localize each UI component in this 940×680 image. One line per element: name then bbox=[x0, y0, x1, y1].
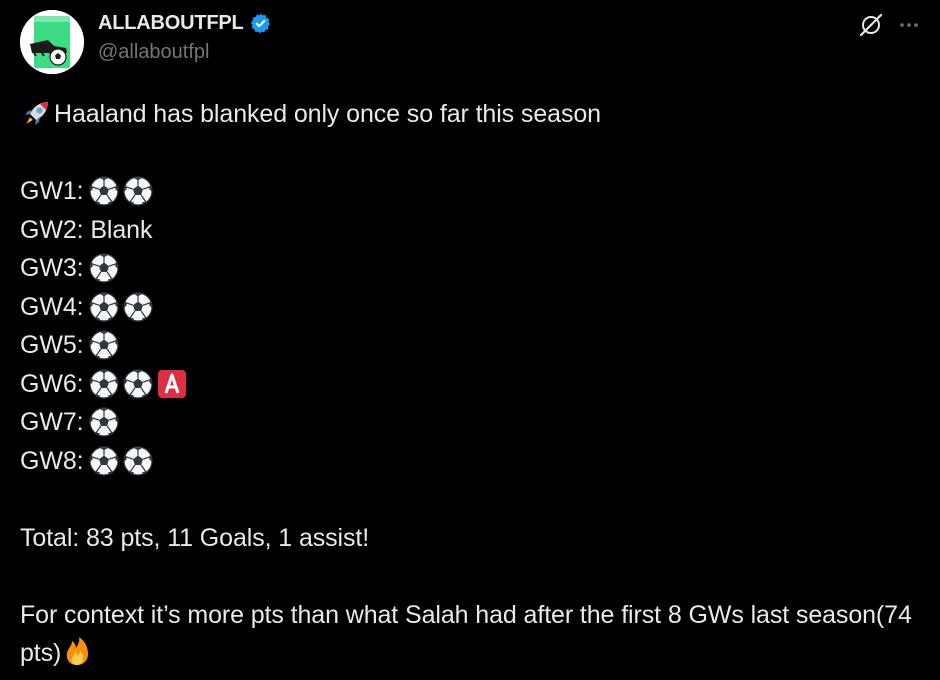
soccer-ball-icon bbox=[88, 368, 120, 400]
soccer-ball-icon bbox=[88, 252, 120, 284]
gameweek-line: GW1: bbox=[20, 172, 920, 211]
football-boot-avatar-icon bbox=[20, 10, 84, 74]
soccer-ball-icon bbox=[88, 406, 120, 438]
goal-icons bbox=[88, 175, 156, 207]
context-paragraph: For context it’s more pts than what Sala… bbox=[20, 596, 920, 673]
gameweek-list: GW1: GW2: Blank GW3: GW4: GW5: GW6: GW7: GW8: bbox=[20, 172, 920, 480]
headline-line: Haaland has blanked only once so far thi… bbox=[20, 95, 920, 134]
gameweek-label: GW3: bbox=[20, 254, 84, 282]
soccer-ball-icon bbox=[122, 368, 154, 400]
avatar[interactable] bbox=[20, 10, 84, 74]
goal-icons bbox=[88, 252, 122, 284]
goal-icons bbox=[88, 368, 190, 400]
gameweek-label: GW8: bbox=[20, 446, 84, 475]
soccer-ball-icon bbox=[88, 445, 120, 477]
gameweek-result-text: Blank bbox=[83, 215, 153, 244]
gameweek-label: GW1: bbox=[20, 177, 84, 205]
goal-icons bbox=[88, 406, 122, 438]
assist-a-badge-icon bbox=[156, 368, 188, 400]
display-name[interactable]: ALLABOUTFPL bbox=[98, 12, 244, 35]
more-icon bbox=[900, 23, 918, 27]
tweet-actions bbox=[856, 10, 924, 40]
gameweek-label: GW6: bbox=[20, 369, 84, 398]
rocket-icon bbox=[20, 98, 52, 130]
soccer-ball-icon bbox=[122, 291, 154, 323]
goal-icons bbox=[88, 445, 156, 477]
goal-icons bbox=[88, 291, 156, 323]
gameweek-label: GW4: bbox=[20, 292, 84, 321]
gameweek-label: GW7: bbox=[20, 408, 84, 436]
soccer-ball-icon bbox=[88, 175, 120, 207]
grok-button[interactable] bbox=[856, 10, 886, 40]
gameweek-label: GW2: bbox=[20, 215, 84, 244]
soccer-ball-icon bbox=[122, 445, 154, 477]
soccer-ball-icon bbox=[88, 291, 120, 323]
gameweek-line: GW6: bbox=[20, 365, 920, 404]
gameweek-line: GW2: Blank bbox=[20, 211, 920, 250]
gameweek-line: GW3: bbox=[20, 249, 920, 288]
tweet-header: ALLABOUTFPL @allaboutfpl bbox=[20, 8, 924, 74]
gameweek-label: GW5: bbox=[20, 331, 84, 359]
more-options-button[interactable] bbox=[894, 10, 924, 40]
verified-badge-icon bbox=[249, 12, 272, 35]
account-identity[interactable]: ALLABOUTFPL @allaboutfpl bbox=[98, 10, 272, 64]
account-handle[interactable]: @allaboutfpl bbox=[98, 41, 272, 64]
grok-icon bbox=[859, 13, 883, 37]
gameweek-line: GW8: bbox=[20, 442, 920, 481]
context-text: For context it’s more pts than what Sala… bbox=[20, 600, 912, 668]
total-text: Total: 83 pts, 11 Goals, 1 assist! bbox=[20, 523, 370, 552]
fire-icon bbox=[61, 635, 93, 667]
goal-icons bbox=[88, 329, 122, 361]
soccer-ball-icon bbox=[122, 175, 154, 207]
tweet-text: Haaland has blanked only once so far thi… bbox=[20, 95, 920, 673]
total-line: Total: 83 pts, 11 Goals, 1 assist! bbox=[20, 519, 920, 558]
headline-text: Haaland has blanked only once so far thi… bbox=[54, 100, 601, 128]
gameweek-line: GW5: bbox=[20, 326, 920, 365]
soccer-ball-icon bbox=[88, 329, 120, 361]
gameweek-line: GW7: bbox=[20, 403, 920, 442]
gameweek-line: GW4: bbox=[20, 288, 920, 327]
